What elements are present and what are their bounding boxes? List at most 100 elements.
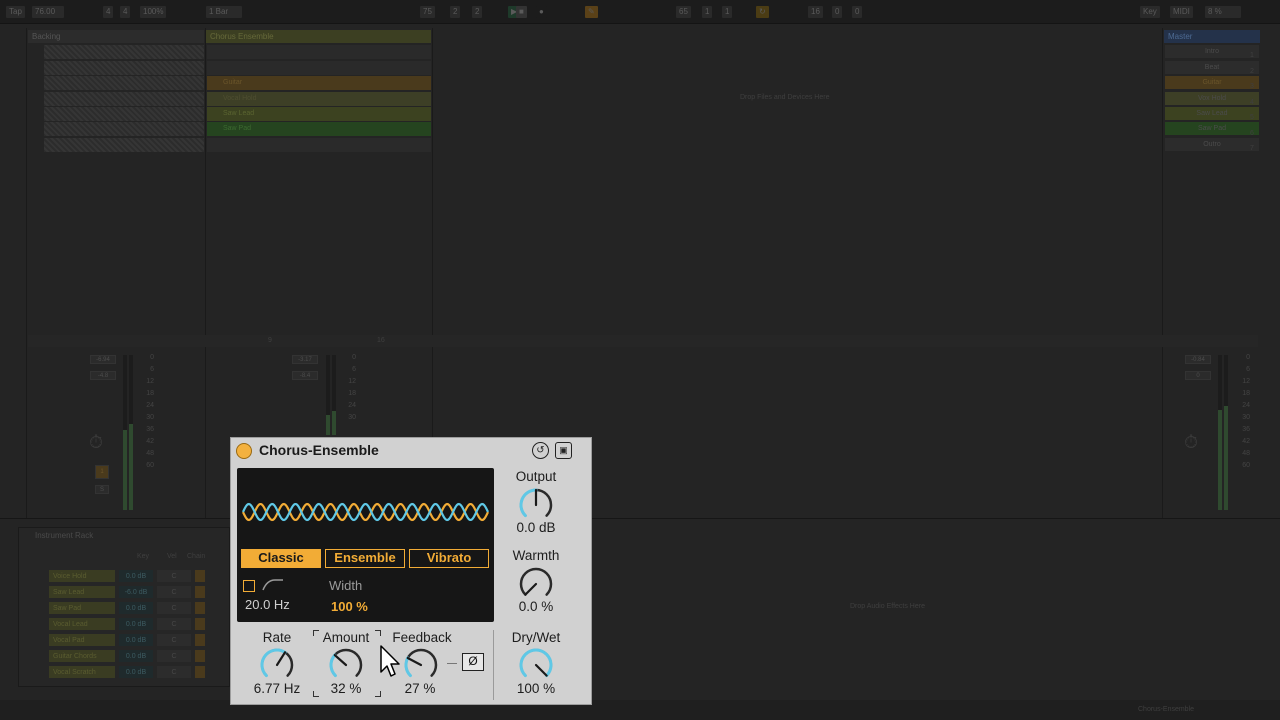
feedback-knob[interactable] [401, 645, 441, 685]
loop-length-beat[interactable]: 0 [832, 6, 843, 18]
clip-slot[interactable] [44, 138, 204, 152]
output-knob[interactable] [516, 485, 556, 525]
loop-start-bar[interactable]: 65 [676, 6, 691, 18]
midi-map-button[interactable]: MIDI [1170, 6, 1193, 18]
clip-slot-empty[interactable] [207, 45, 431, 59]
highpass-frequency[interactable]: 20.0 Hz [245, 597, 290, 612]
mode-classic-button[interactable]: Classic [241, 549, 321, 568]
clip-saw-lead[interactable]: Saw Lead [207, 107, 431, 121]
chain-name[interactable]: Guitar Chords [49, 650, 115, 662]
chain-row[interactable]: Voice Hold 0.0 dB C [49, 570, 229, 584]
chain-activator[interactable] [195, 634, 205, 646]
clip-slot[interactable] [44, 76, 204, 90]
chain-name[interactable]: Voice Hold [49, 570, 115, 582]
loop-start-beat[interactable]: 1 [702, 6, 713, 18]
track-activator[interactable]: 1 [95, 465, 109, 479]
phase-invert-button[interactable]: Ø [462, 653, 484, 671]
chain-row[interactable]: Vocal Lead 0.0 dB C [49, 618, 229, 632]
chorus-pan[interactable]: -8.4 [292, 371, 318, 380]
clip-slot[interactable] [44, 61, 204, 75]
mode-ensemble-button[interactable]: Ensemble [325, 549, 405, 568]
clip-slot[interactable] [44, 122, 204, 136]
signature-denominator[interactable]: 4 [120, 6, 131, 18]
backing-volume[interactable]: -6.94 [90, 355, 116, 364]
drywet-knob[interactable] [516, 645, 556, 685]
track-header-chorus[interactable]: Chorus Ensemble [206, 30, 431, 43]
chain-volume[interactable]: 0.0 dB [119, 618, 153, 630]
chain-row[interactable]: Guitar Chords 0.0 dB C [49, 650, 229, 664]
scene-saw-lead[interactable]: Saw Lead [1165, 107, 1259, 120]
rack-header-chain[interactable]: Chain [187, 553, 205, 560]
chain-volume[interactable]: 0.0 dB [119, 650, 153, 662]
chain-activator[interactable] [195, 570, 205, 582]
chain-pan[interactable]: C [157, 570, 191, 582]
clip-slot-empty[interactable] [207, 138, 431, 152]
record-icon[interactable]: ● [536, 6, 547, 18]
clip-vocal-hold[interactable]: Vocal Hold [207, 92, 431, 106]
mode-vibrato-button[interactable]: Vibrato [409, 549, 489, 568]
signature-numerator[interactable]: 4 [103, 6, 114, 18]
chain-name[interactable]: Saw Lead [49, 586, 115, 598]
backing-pan[interactable]: -4.8 [90, 371, 116, 380]
chain-name[interactable]: Vocal Pad [49, 634, 115, 646]
chain-pan[interactable]: C [157, 602, 191, 614]
clip-slot[interactable] [44, 92, 204, 106]
amount-knob[interactable] [326, 645, 366, 685]
chorus-volume[interactable]: -3.17 [292, 355, 318, 364]
chain-activator[interactable] [195, 618, 205, 630]
clip-slot[interactable] [44, 45, 204, 59]
arrangement-position-beat[interactable]: 2 [450, 6, 461, 18]
clip-slot[interactable] [44, 107, 204, 121]
chain-pan[interactable]: C [157, 650, 191, 662]
chain-volume[interactable]: 0.0 dB [119, 570, 153, 582]
master-pan[interactable]: 0 [1185, 371, 1211, 380]
loop-length-bar[interactable]: 16 [808, 6, 823, 18]
save-preset-icon[interactable]: ▣ [555, 442, 572, 459]
scene-outro[interactable]: Outro [1165, 138, 1259, 151]
quantize-menu[interactable]: 1 Bar [206, 6, 242, 18]
track-header-backing[interactable]: Backing [28, 30, 204, 43]
scene-guitar[interactable]: Guitar [1165, 76, 1259, 89]
chain-name[interactable]: Vocal Lead [49, 618, 115, 630]
chain-activator[interactable] [195, 602, 205, 614]
scene-saw-pad[interactable]: Saw Pad [1165, 122, 1259, 135]
width-value[interactable]: 100 % [331, 599, 368, 614]
chain-volume[interactable]: 0.0 dB [119, 666, 153, 678]
scene-beat[interactable]: Beat [1165, 61, 1259, 74]
chain-activator[interactable] [195, 666, 205, 678]
loop-start-sub[interactable]: 1 [722, 6, 733, 18]
chain-name[interactable]: Vocal Scratch [49, 666, 115, 678]
highpass-toggle[interactable] [243, 580, 255, 592]
chain-pan[interactable]: C [157, 586, 191, 598]
chain-activator[interactable] [195, 586, 205, 598]
track-header-master[interactable]: Master [1164, 30, 1260, 43]
solo-button[interactable]: S [95, 485, 109, 494]
warmth-knob[interactable] [516, 564, 556, 604]
chain-pan[interactable]: C [157, 666, 191, 678]
chain-activator[interactable] [195, 650, 205, 662]
chain-volume[interactable]: -6.0 dB [119, 586, 153, 598]
chain-volume[interactable]: 0.0 dB [119, 634, 153, 646]
chain-row[interactable]: Saw Lead -6.0 dB C [49, 586, 229, 600]
scene-vox-hold[interactable]: Vox Hold [1165, 92, 1259, 105]
clip-saw-pad[interactable]: Saw Pad [207, 122, 431, 136]
chain-name[interactable]: Saw Pad [49, 602, 115, 614]
chain-pan[interactable]: C [157, 634, 191, 646]
stop-icon[interactable]: ■ [516, 6, 527, 18]
loop-icon[interactable]: ↻ [756, 6, 769, 18]
rack-header-vel[interactable]: Vel [167, 553, 177, 560]
chain-row[interactable]: Saw Pad 0.0 dB C [49, 602, 229, 616]
chain-volume[interactable]: 0.0 dB [119, 602, 153, 614]
loop-length-sub[interactable]: 0 [852, 6, 863, 18]
key-map-button[interactable]: Key [1140, 6, 1160, 18]
clip-slot-empty[interactable] [207, 61, 431, 75]
zoom-field[interactable]: 100% [140, 6, 167, 18]
master-volume[interactable]: -0.84 [1185, 355, 1211, 364]
arrangement-position-bar[interactable]: 75 [420, 6, 435, 18]
scene-intro[interactable]: Intro [1165, 45, 1259, 58]
chain-row[interactable]: Vocal Pad 0.0 dB C [49, 634, 229, 648]
chain-row[interactable]: Vocal Scratch 0.0 dB C [49, 666, 229, 680]
chain-pan[interactable]: C [157, 618, 191, 630]
tap-button[interactable]: Tap [6, 6, 25, 18]
clip-guitar[interactable]: Guitar [207, 76, 431, 90]
